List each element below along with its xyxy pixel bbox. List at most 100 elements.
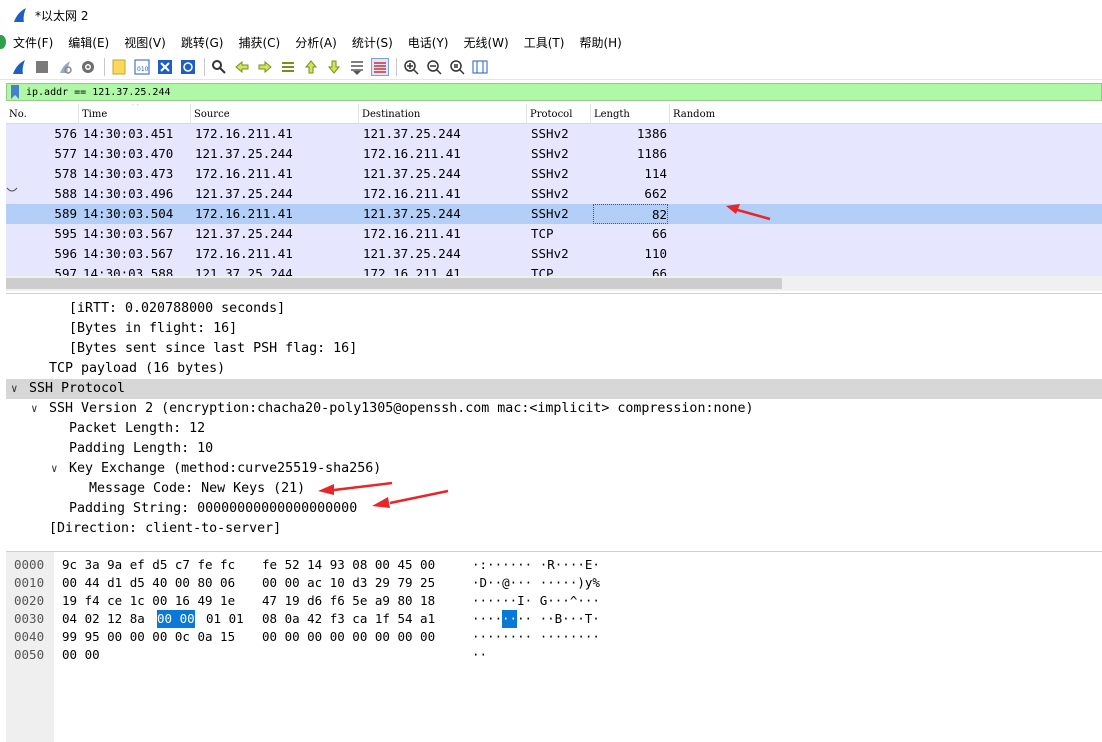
hex-ascii[interactable]: ·:······ ·R····E· — [472, 556, 600, 574]
detail-line[interactable]: Message Code: New Keys (21) — [6, 479, 1102, 499]
hex-bytes[interactable]: 00 00 ac 10 d3 29 79 25 — [262, 574, 435, 592]
packet-row-selected[interactable]: 589 14:30:03.504 172.16.211.41 121.37.25… — [6, 204, 1102, 224]
detail-line[interactable]: [Bytes in flight: 16] — [6, 319, 1102, 339]
menu-statistics[interactable]: 统计(S) — [352, 34, 393, 51]
open-file-icon[interactable] — [110, 58, 128, 76]
packet-destination: 172.16.211.41 — [363, 146, 461, 161]
packet-destination: 172.16.211.41 — [363, 186, 461, 201]
title-bar: *以太网 2 — [0, 0, 1102, 30]
menu-analyze[interactable]: 分析(A) — [295, 34, 337, 51]
hex-ascii[interactable]: ········ ········ — [472, 628, 600, 646]
detail-line-ssh-protocol[interactable]: ∨ SSH Protocol — [6, 379, 1102, 399]
packet-row[interactable]: 595 14:30:03.567 121.37.25.244 172.16.21… — [6, 224, 1102, 244]
shark-fin-icon[interactable] — [10, 58, 28, 76]
column-header-protocol[interactable]: Protocol — [527, 104, 591, 124]
display-filter-bar[interactable]: ip.addr == 121.37.25.244 — [6, 83, 1102, 101]
packet-source: 172.16.211.41 — [195, 246, 293, 261]
chevron-down-icon[interactable]: ∨ — [11, 379, 18, 399]
column-header-source[interactable]: Source — [191, 104, 359, 124]
packet-row[interactable]: 588 14:30:03.496 121.37.25.244 172.16.21… — [6, 184, 1102, 204]
hex-bytes[interactable]: 08 0a 42 f3 ca 1f 54 a1 — [262, 610, 435, 628]
hex-bytes[interactable]: 9c 3a 9a ef d5 c7 fe fc — [62, 556, 235, 574]
packet-row[interactable]: 597 14:30:03.588 121.37.25.244 172.16.21… — [6, 264, 1102, 276]
detail-text: [Direction: client-to-server] — [49, 521, 282, 536]
column-header-destination[interactable]: Destination — [359, 104, 527, 124]
last-packet-icon[interactable] — [325, 58, 343, 76]
hex-ascii-selected[interactable]: ·· — [502, 610, 518, 628]
menu-file[interactable]: 文件(F) — [13, 34, 53, 51]
find-icon[interactable] — [210, 58, 228, 76]
stop-icon[interactable] — [33, 58, 51, 76]
colorize-icon[interactable] — [371, 58, 389, 76]
hex-ascii[interactable]: ·D··@··· ·····)y% — [472, 574, 600, 592]
resize-columns-icon[interactable] — [471, 58, 489, 76]
menu-help[interactable]: 帮助(H) — [579, 34, 621, 51]
hex-ascii[interactable]: ·· ··B···T· — [517, 610, 600, 628]
menu-view[interactable]: 视图(V) — [124, 34, 166, 51]
reload-icon[interactable] — [179, 58, 197, 76]
packet-protocol: SSHv2 — [531, 126, 569, 141]
bookmark-icon[interactable] — [11, 85, 19, 99]
zoom-out-icon[interactable] — [425, 58, 443, 76]
scrollbar-thumb[interactable] — [6, 278, 782, 289]
menu-go[interactable]: 跳转(G) — [181, 34, 224, 51]
column-header-no[interactable]: No. — [6, 104, 79, 124]
packet-list[interactable]: No. Time ^ Source Destination Protocol L… — [6, 104, 1102, 276]
hex-bytes[interactable]: fe 52 14 93 08 00 45 00 — [262, 556, 435, 574]
save-file-icon[interactable]: 010 — [133, 58, 151, 76]
packet-details-tree[interactable]: [iRTT: 0.020788000 seconds] [Bytes in fl… — [6, 298, 1102, 546]
packet-bytes-pane[interactable]: 0000 9c 3a 9a ef d5 c7 fe fc fe 52 14 93… — [6, 551, 1102, 742]
hex-bytes-selected[interactable]: 00 00 — [157, 610, 195, 628]
pane-divider[interactable] — [6, 293, 1102, 297]
detail-line[interactable]: Padding String: 00000000000000000000 — [6, 499, 1102, 519]
restart-icon[interactable] — [56, 58, 74, 76]
hex-bytes[interactable]: 19 f4 ce 1c 00 16 49 1e — [62, 592, 235, 610]
hex-bytes[interactable]: 04 02 12 8a — [62, 610, 145, 628]
hex-bytes[interactable]: 00 00 — [62, 646, 100, 664]
detail-line[interactable]: [Direction: client-to-server] — [6, 519, 1102, 539]
detail-line[interactable]: ∨ SSH Version 2 (encryption:chacha20-pol… — [6, 399, 1102, 419]
packet-protocol: TCP — [531, 226, 554, 241]
goto-packet-icon[interactable] — [279, 58, 297, 76]
packet-list-header: No. Time ^ Source Destination Protocol L… — [6, 104, 1102, 124]
detail-line[interactable]: TCP payload (16 bytes) — [6, 359, 1102, 379]
packet-row[interactable]: 596 14:30:03.567 172.16.211.41 121.37.25… — [6, 244, 1102, 264]
first-packet-icon[interactable] — [302, 58, 320, 76]
detail-text: Key Exchange (method:curve25519-sha256) — [69, 461, 382, 476]
packet-time: 14:30:03.451 — [83, 126, 174, 141]
hex-bytes[interactable]: 47 19 d6 f6 5e a9 80 18 — [262, 592, 435, 610]
detail-line[interactable]: [Bytes sent since last PSH flag: 16] — [6, 339, 1102, 359]
packet-row[interactable]: 578 14:30:03.473 172.16.211.41 121.37.25… — [6, 164, 1102, 184]
packet-list-horizontal-scrollbar[interactable] — [6, 276, 1102, 291]
hex-bytes[interactable]: 99 95 00 00 00 0c 0a 15 — [62, 628, 235, 646]
hex-ascii[interactable]: ···· — [472, 610, 502, 628]
hex-bytes[interactable]: 00 00 00 00 00 00 00 00 — [262, 628, 435, 646]
autoscroll-icon[interactable] — [348, 58, 366, 76]
menu-edit[interactable]: 编辑(E) — [68, 34, 109, 51]
hex-bytes[interactable]: 01 01 — [206, 610, 244, 628]
forward-icon[interactable] — [256, 58, 274, 76]
column-header-random[interactable]: Random — [670, 104, 1102, 124]
hex-bytes[interactable]: 00 44 d1 d5 40 00 80 06 — [62, 574, 235, 592]
detail-line[interactable]: Packet Length: 12 — [6, 419, 1102, 439]
packet-row[interactable]: 577 14:30:03.470 121.37.25.244 172.16.21… — [6, 144, 1102, 164]
menu-telephony[interactable]: 电话(Y) — [408, 34, 449, 51]
packet-row[interactable]: 576 14:30:03.451 172.16.211.41 121.37.25… — [6, 124, 1102, 144]
back-icon[interactable] — [233, 58, 251, 76]
hex-ascii[interactable]: ·· — [472, 646, 487, 664]
detail-line[interactable]: Padding Length: 10 — [6, 439, 1102, 459]
hex-ascii[interactable]: ······I· G···^··· — [472, 592, 600, 610]
chevron-down-icon[interactable]: ∨ — [51, 459, 58, 479]
detail-line[interactable]: [iRTT: 0.020788000 seconds] — [6, 299, 1102, 319]
detail-line[interactable]: ∨ Key Exchange (method:curve25519-sha256… — [6, 459, 1102, 479]
close-file-icon[interactable] — [156, 58, 174, 76]
chevron-down-icon[interactable]: ∨ — [31, 399, 38, 419]
column-header-length[interactable]: Length — [591, 104, 670, 124]
menu-wireless[interactable]: 无线(W) — [464, 34, 509, 51]
zoom-normal-icon[interactable] — [448, 58, 466, 76]
zoom-in-icon[interactable] — [402, 58, 420, 76]
display-filter-input[interactable]: ip.addr == 121.37.25.244 — [26, 87, 171, 98]
options-gear-icon[interactable] — [79, 58, 97, 76]
menu-capture[interactable]: 捕获(C) — [238, 34, 280, 51]
menu-tools[interactable]: 工具(T) — [524, 34, 565, 51]
